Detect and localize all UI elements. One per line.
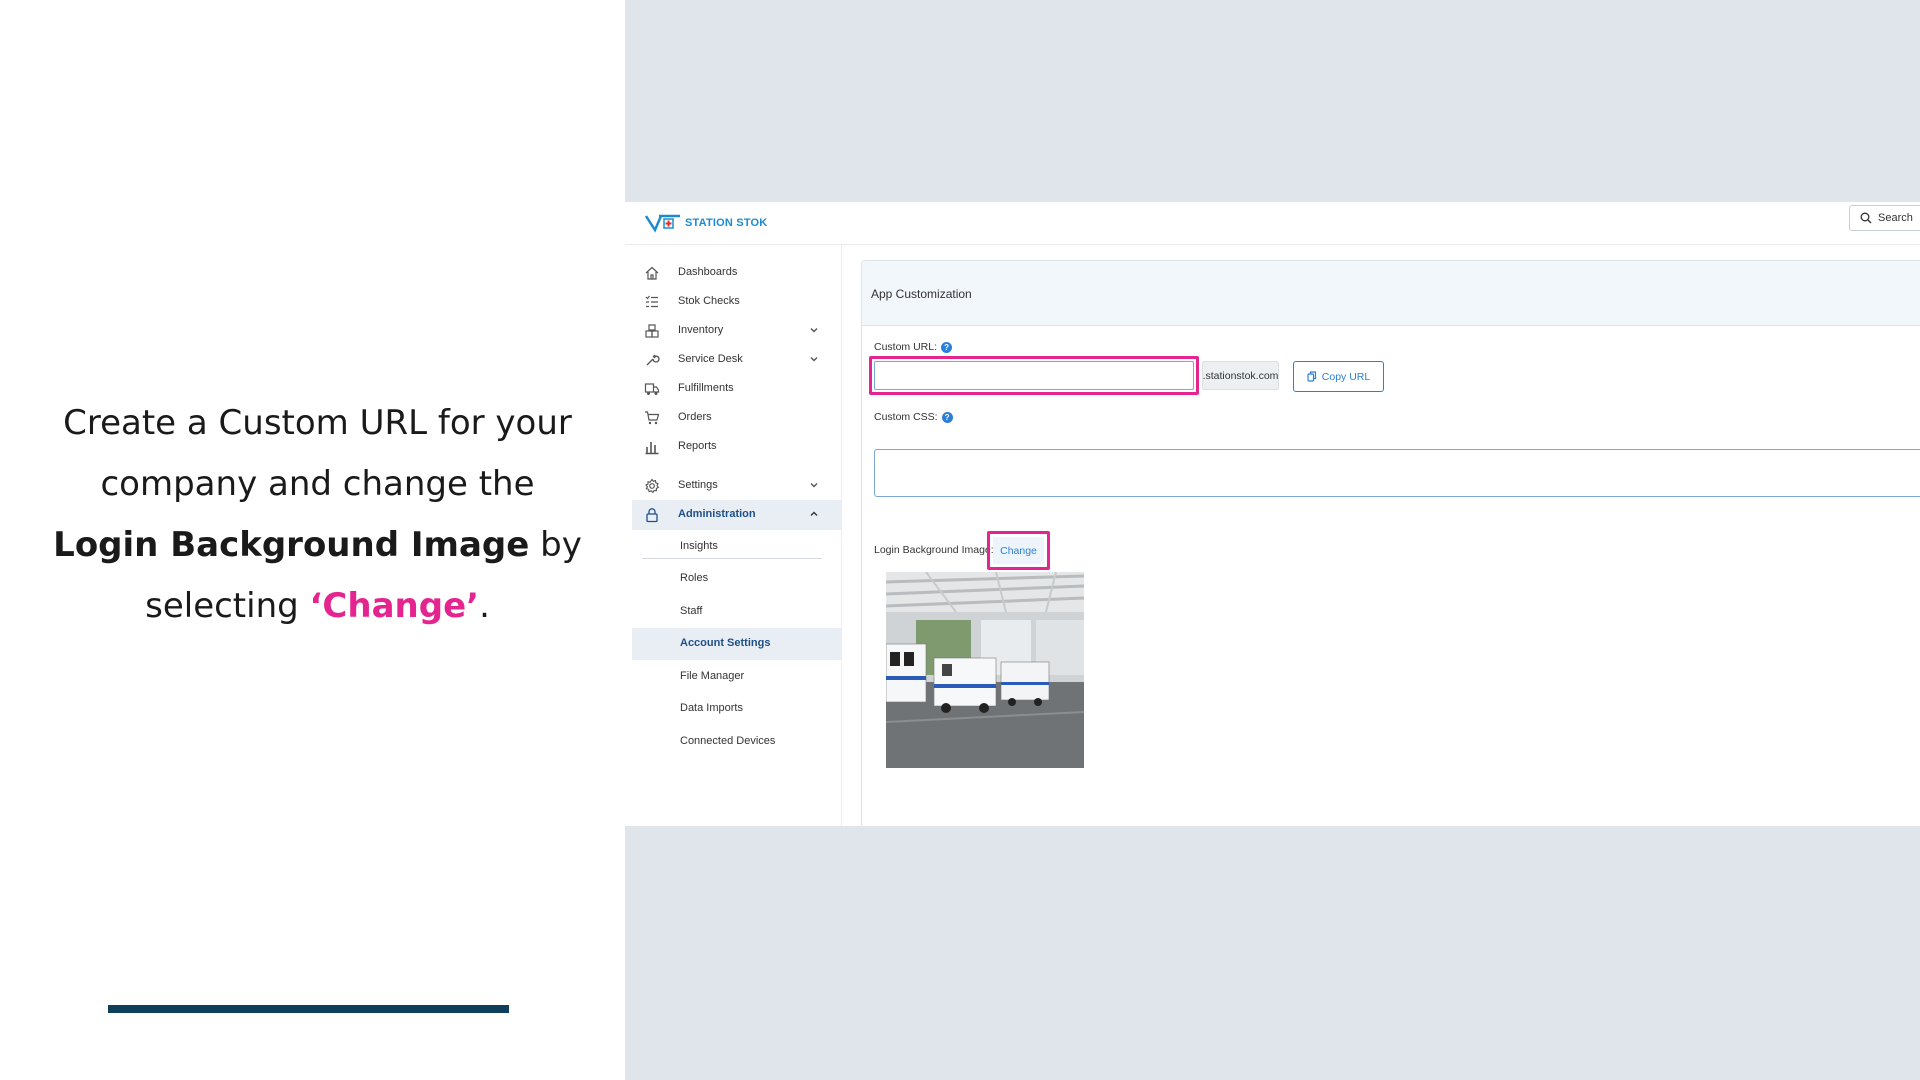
lock-icon (646, 508, 658, 523)
chevron-down-icon (810, 357, 818, 362)
copy-url-button[interactable]: Copy URL (1293, 361, 1384, 392)
copy-url-label: Copy URL (1321, 370, 1371, 383)
checklist-icon (645, 295, 658, 308)
footer-accent-bar (108, 1005, 509, 1013)
sidebar-subitem-label: Staff (680, 605, 703, 617)
sidebar-subitem-roles[interactable]: Roles (632, 563, 841, 595)
sidebar-item-label: Orders (678, 411, 712, 423)
wrench-icon (646, 354, 660, 366)
sidebar-item-label: Fulfillments (678, 382, 734, 394)
custom-url-label: Custom URL: ? (874, 341, 953, 353)
sidebar-subitem-connected-devices[interactable]: Connected Devices (632, 726, 841, 758)
sidebar-item-label: Dashboards (678, 266, 738, 278)
screenshot-backdrop: STATION STOK Search Dashboards Stok Chec… (625, 0, 1920, 1080)
custom-css-input[interactable] (874, 449, 1920, 497)
inventory-icon (645, 324, 659, 338)
sidebar-subitem-account-settings[interactable]: Account Settings (632, 628, 841, 660)
caption-line-4: selecting ‘Change’. (40, 576, 595, 637)
cart-icon (645, 411, 660, 425)
sidebar-item-label: Service Desk (678, 353, 743, 365)
sidebar: Dashboards Stok Checks Inventory Service… (625, 245, 841, 826)
caption-line-1: Create a Custom URL for your (63, 403, 572, 443)
sidebar-item-service-desk[interactable]: Service Desk (632, 345, 841, 375)
sidebar-item-orders[interactable]: Orders (632, 403, 841, 433)
sidebar-item-inventory[interactable]: Inventory (632, 316, 841, 346)
caption-line-2: company and change the (100, 464, 535, 504)
sidebar-item-label: Administration (678, 508, 756, 520)
login-background-label-text: Login Background Image: (874, 544, 994, 556)
caption-after-bold: by (529, 525, 582, 565)
custom-css-label-text: Custom CSS: (874, 411, 938, 423)
sidebar-subitem-label: Data Imports (680, 702, 743, 714)
sidebar-item-label: Inventory (678, 324, 724, 336)
login-background-image (886, 572, 1084, 768)
home-icon (645, 266, 659, 280)
sidebar-subitem-staff[interactable]: Staff (632, 596, 841, 628)
sidebar-subitem-insights[interactable]: Insights (632, 531, 841, 563)
instruction-panel: Create a Custom URL for your company and… (0, 0, 625, 1080)
top-bar: STATION STOK Search (625, 202, 1920, 245)
instruction-caption: Create a Custom URL for your company and… (40, 393, 595, 637)
sidebar-item-settings[interactable]: Settings (632, 471, 841, 501)
custom-css-label: Custom CSS: ? (874, 411, 953, 423)
caption-prefix: selecting (145, 586, 310, 626)
bar-chart-icon (645, 442, 659, 455)
sidebar-item-reports[interactable]: Reports (632, 432, 841, 462)
sidebar-subitem-label: Roles (680, 572, 709, 584)
help-icon[interactable]: ? (941, 411, 953, 423)
sidebar-item-label: Reports (678, 440, 717, 452)
sidebar-subitem-label: Connected Devices (680, 735, 776, 747)
sidebar-border (841, 245, 842, 826)
custom-url-input[interactable] (874, 361, 1194, 390)
custom-url-label-text: Custom URL: (874, 341, 938, 353)
sidebar-item-label: Settings (678, 479, 718, 491)
sidebar-item-dashboards[interactable]: Dashboards (632, 258, 841, 288)
search-box[interactable]: Search (1849, 205, 1920, 231)
caption-bold-text: Login Background Image (53, 525, 530, 565)
card-header: App Customization (862, 261, 1920, 326)
change-background-button[interactable]: Change (993, 537, 1044, 564)
app-window: STATION STOK Search Dashboards Stok Chec… (625, 202, 1920, 826)
copy-icon (1307, 371, 1316, 382)
sidebar-item-administration[interactable]: Administration (632, 500, 841, 530)
ambulance-garage-illustration (886, 572, 1084, 768)
help-icon[interactable]: ? (941, 341, 953, 353)
chevron-down-icon (810, 483, 818, 488)
search-label: Search (1878, 212, 1913, 224)
station-stok-logo[interactable]: STATION STOK (645, 210, 767, 236)
sidebar-subitem-data-imports[interactable]: Data Imports (632, 693, 841, 725)
sidebar-subitem-label: Insights (680, 540, 718, 552)
sidebar-item-label: Stok Checks (678, 295, 740, 307)
caption-highlight: ‘Change’ (309, 586, 480, 626)
url-suffix: .stationstok.com (1202, 361, 1279, 390)
logo-mark-icon (645, 214, 680, 233)
sidebar-subitem-file-manager[interactable]: File Manager (632, 661, 841, 693)
logo-text: STATION STOK (685, 217, 768, 229)
search-icon (1860, 212, 1872, 224)
sidebar-subitem-label: File Manager (680, 670, 745, 682)
chevron-down-icon (810, 328, 818, 333)
gear-icon (645, 478, 660, 494)
caption-suffix: . (479, 586, 490, 626)
sidebar-item-fulfillments[interactable]: Fulfillments (632, 374, 841, 404)
app-customization-card: App Customization Custom URL: ? .station… (861, 260, 1920, 826)
chevron-up-icon (810, 511, 818, 516)
truck-icon (644, 383, 660, 395)
sidebar-subitem-label: Account Settings (680, 637, 771, 649)
card-title: App Customization (871, 287, 972, 301)
sidebar-item-stok-checks[interactable]: Stok Checks (632, 287, 841, 317)
login-background-label: Login Background Image: (874, 544, 994, 556)
caption-line-3: Login Background Image by (40, 515, 595, 576)
